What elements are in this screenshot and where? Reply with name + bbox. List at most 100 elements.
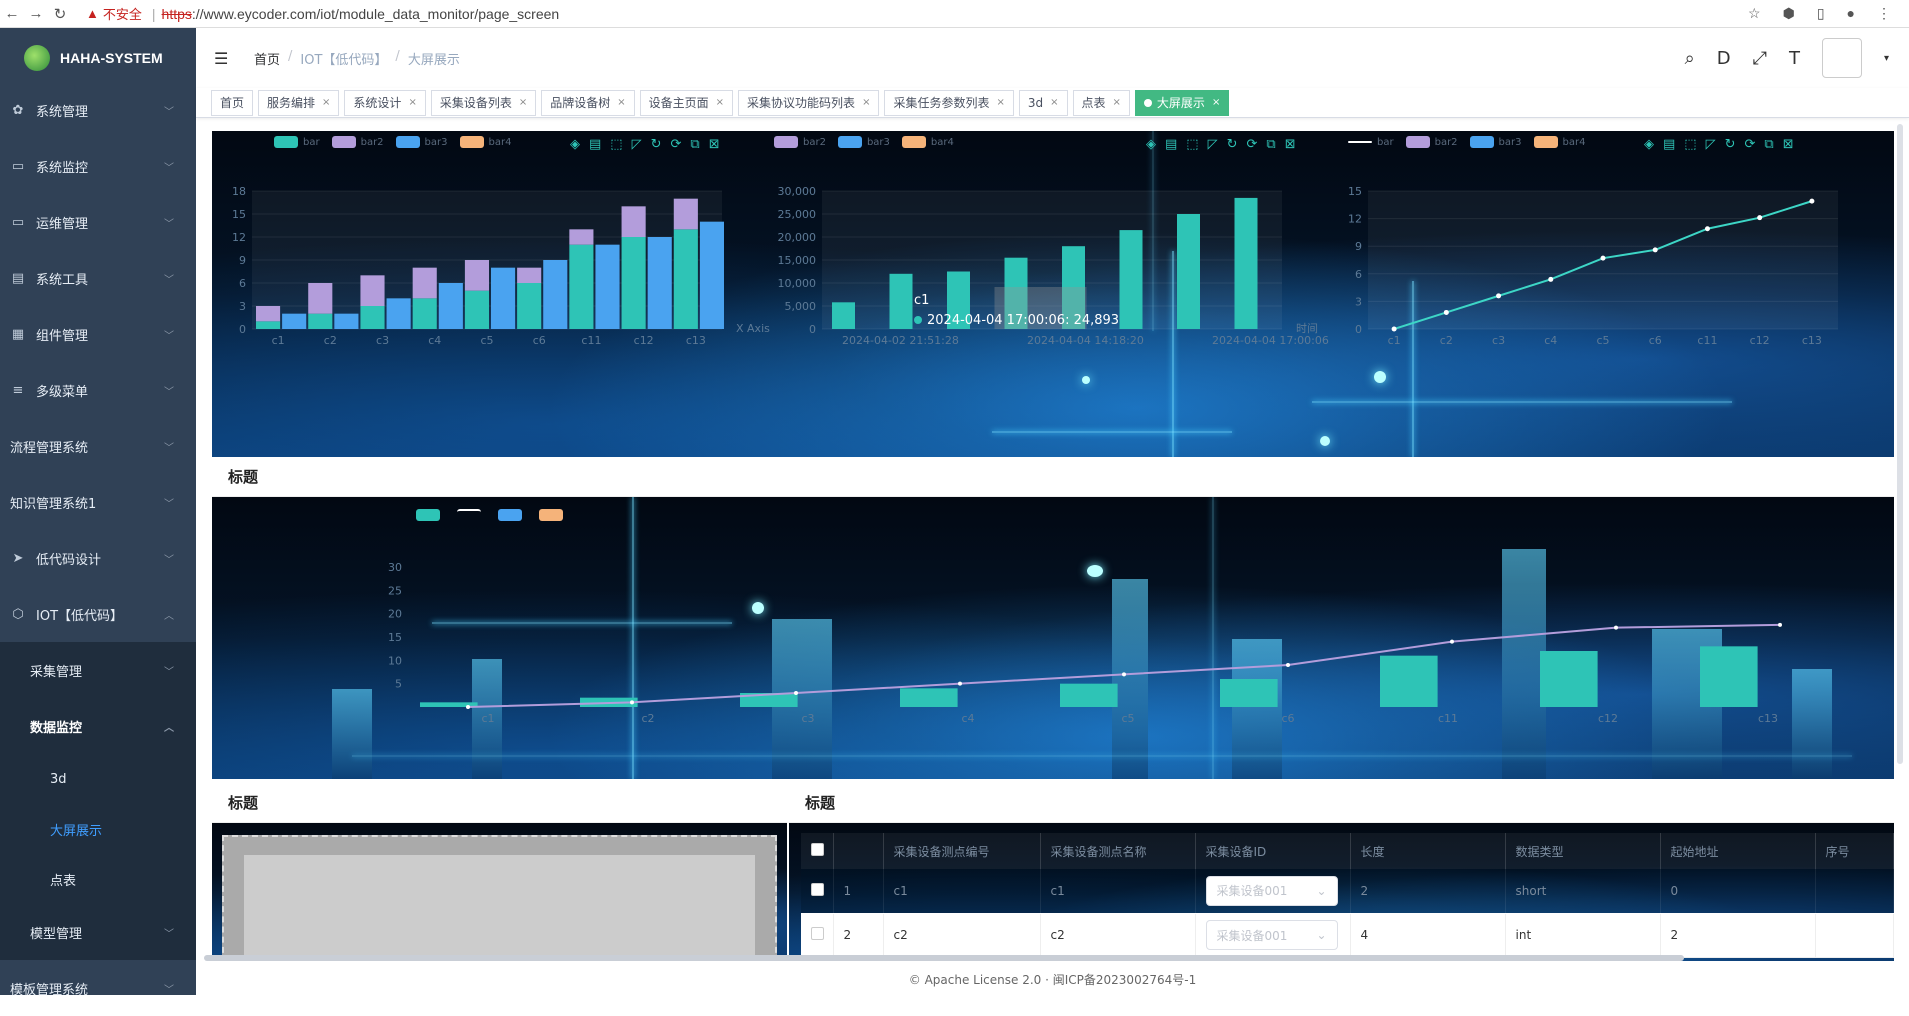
legend-bar4[interactable]: bar4 [459,136,511,148]
table-row[interactable]: 2 c2 c2 采集设备001 ⌄ 4 int 2 [801,913,1894,958]
close-icon[interactable]: × [1050,97,1058,108]
breadcrumb-home[interactable]: 首页 [254,49,280,68]
sidebar-item-3d[interactable]: 3d [0,754,196,804]
doc-icon[interactable]: D [1717,48,1731,69]
toolbox-save-icon[interactable]: ⊠ [1285,137,1296,152]
search-icon[interactable]: ⌕ [1685,48,1695,69]
profile-icon[interactable]: ● [1847,5,1855,22]
tag-sysdesign[interactable]: 系统设计 × [344,89,426,116]
tag-protocol[interactable]: 采集协议功能码列表 × [738,89,880,116]
caret-down-icon[interactable]: ▾ [1884,53,1889,64]
close-icon[interactable]: × [996,97,1004,108]
sidebar-item-big-screen[interactable]: 大屏展示 [0,804,196,854]
legend-bar[interactable]: bar [1348,136,1394,148]
sidebar-item-model[interactable]: 模型管理 ﹀ [0,904,196,960]
extension-icon[interactable]: ⬢ [1783,5,1795,22]
toolbox-restore-icon[interactable]: ↻ [651,137,662,152]
sidebar-item-knowledge[interactable]: 知识管理系统1 ﹀ [0,474,196,530]
close-icon[interactable]: × [519,97,527,108]
legend-bar4[interactable]: bar4 [1533,136,1585,148]
sidepanel-icon[interactable]: ▯ [1817,5,1825,22]
horizontal-scrollbar[interactable] [204,955,1684,961]
select-all-checkbox[interactable] [811,843,824,856]
forward-icon[interactable]: → [24,5,48,22]
sidebar-item-components[interactable]: ▦ 组件管理 ﹀ [0,306,196,362]
tag-home[interactable]: 首页 [211,89,254,116]
sidebar-item-workflow[interactable]: 流程管理系统 ﹀ [0,418,196,474]
toolbox-data-icon[interactable]: ▤ [1663,137,1675,152]
toolbox-copy-icon[interactable]: ⧉ [690,137,699,152]
fullscreen-icon[interactable]: ⤢ [1753,48,1767,69]
toolbox-select-icon[interactable]: ◸ [1706,137,1716,152]
sidebar-item-template[interactable]: 模板管理系统 ﹀ [0,960,196,1016]
toolbox-zoom-icon[interactable]: ⬚ [610,137,622,152]
sidebar-item-system[interactable]: ✿ 系统管理 ﹀ [0,82,196,138]
device-select[interactable]: 采集设备001 ⌄ [1205,875,1338,906]
toolbox-zoom-icon[interactable]: ⬚ [1684,137,1696,152]
toolbox-data-icon[interactable]: ▤ [1165,137,1177,152]
close-icon[interactable]: × [1113,97,1121,108]
sidebar-item-iot[interactable]: ⬡ IOT【低代码】 ︿ [0,586,196,642]
more-icon[interactable]: ⋮ [1877,5,1891,22]
star-icon[interactable]: ☆ [1748,5,1761,22]
font-size-icon[interactable]: T [1789,48,1800,69]
address-bar[interactable]: ▲ 不安全 | https ://www.eycoder.com/iot/mod… [86,4,1748,23]
logo[interactable]: HAHA-SYSTEM [0,28,196,88]
avatar[interactable] [1821,38,1862,78]
toolbox-refresh-icon[interactable]: ⟳ [1247,137,1258,152]
legend-bar3[interactable]: bar3 [837,136,890,148]
tag-brand-tree[interactable]: 品牌设备树 × [541,89,635,116]
close-icon[interactable]: × [617,97,625,108]
tag-task-params[interactable]: 采集任务参数列表 × [884,89,1014,116]
toolbox-copy-icon[interactable]: ⧉ [1266,137,1275,152]
toolbox-refresh-icon[interactable]: ⟳ [671,137,682,152]
toolbox-3d-icon[interactable]: ◈ [1146,137,1156,152]
hamburger-icon[interactable]: ☰ [214,49,232,68]
sidebar-item-ops[interactable]: ▭ 运维管理 ﹀ [0,194,196,250]
reload-icon[interactable]: ↻ [48,5,72,23]
table-row[interactable]: 1 c1 c1 采集设备001 ⌄ 2 short 0 [801,869,1894,914]
toolbox-save-icon[interactable]: ⊠ [1783,137,1794,152]
sidebar-item-lowcode[interactable]: ➤ 低代码设计 ﹀ [0,530,196,586]
sidebar-item-point-table[interactable]: 点表 [0,854,196,904]
vertical-scrollbar[interactable] [1897,124,1903,764]
sidebar-item-data-monitor[interactable]: 数据监控 ︿ [0,698,196,754]
legend-bar2[interactable]: bar2 [774,136,826,148]
close-icon[interactable]: × [862,97,870,108]
toolbox-3d-icon[interactable]: ◈ [570,137,580,152]
toolbox-refresh-icon[interactable]: ⟳ [1745,137,1756,152]
tag-service[interactable]: 服务编排 × [258,89,340,116]
tag-point-table[interactable]: 点表 × [1072,89,1130,116]
close-icon[interactable]: × [408,97,416,108]
breadcrumb-iot[interactable]: IOT【低代码】 [300,49,387,68]
close-icon[interactable]: × [1212,97,1220,108]
toolbox-3d-icon[interactable]: ◈ [1644,137,1654,152]
sidebar-item-multilevel[interactable]: ≡ 多级菜单 ﹀ [0,362,196,418]
toolbox-data-icon[interactable]: ▤ [589,137,601,152]
tag-3d[interactable]: 3d × [1018,89,1068,116]
legend-bar2[interactable]: bar2 [331,136,384,148]
legend-bar4[interactable]: bar4 [901,136,954,148]
close-icon[interactable]: × [322,97,330,108]
legend-bar3[interactable] [498,509,527,521]
legend-bar4[interactable] [539,509,568,521]
legend-line[interactable] [457,509,486,521]
device-select[interactable]: 采集设备001 ⌄ [1205,920,1338,950]
sidebar-item-collect[interactable]: 采集管理 ﹀ [0,642,196,698]
toolbox-zoom-icon[interactable]: ⬚ [1186,137,1198,152]
tag-big-screen[interactable]: 大屏展示 × [1134,89,1230,116]
legend-bar3[interactable]: bar3 [1469,136,1522,148]
row-checkbox[interactable] [811,927,824,940]
sidebar-item-tools[interactable]: ▤ 系统工具 ﹀ [0,250,196,306]
tag-device-list[interactable]: 采集设备列表 × [430,89,537,116]
legend-bar[interactable]: bar [274,136,320,148]
toolbox-select-icon[interactable]: ◸ [1208,137,1218,152]
toolbox-copy-icon[interactable]: ⧉ [1764,137,1773,152]
tag-device-home[interactable]: 设备主页面 × [639,89,734,116]
back-icon[interactable]: ← [0,5,24,22]
toolbox-save-icon[interactable]: ⊠ [709,137,720,152]
sidebar-item-monitor[interactable]: ▭ 系统监控 ﹀ [0,138,196,194]
row-checkbox[interactable] [811,882,824,896]
legend-bar3[interactable]: bar3 [395,136,448,148]
close-icon[interactable]: × [716,97,724,108]
